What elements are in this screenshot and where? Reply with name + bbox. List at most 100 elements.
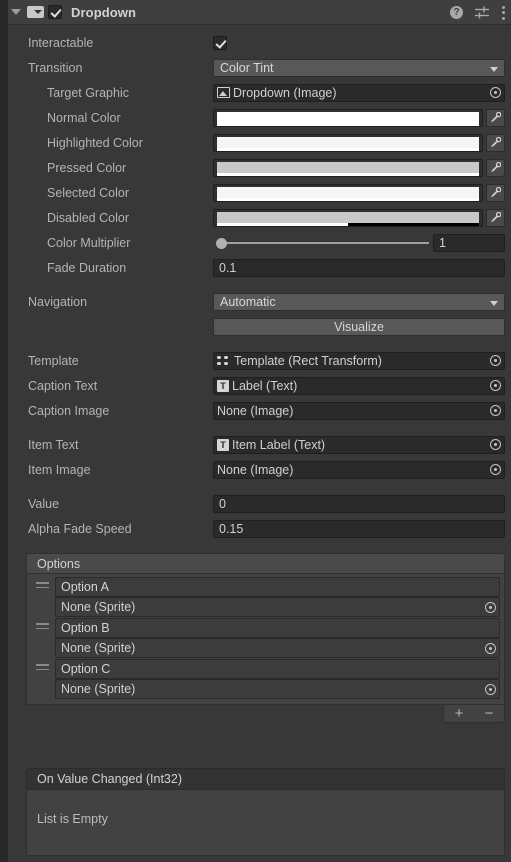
row-interactable: Interactable xyxy=(8,30,511,55)
template-object-field[interactable]: Template (Rect Transform) xyxy=(213,351,505,370)
highlighted-color-swatch[interactable] xyxy=(213,133,483,152)
eyedropper-icon[interactable] xyxy=(486,108,505,127)
component-title: Dropdown xyxy=(71,4,137,20)
row-normal-color: Normal Color xyxy=(8,105,511,130)
selected-color-swatch[interactable] xyxy=(213,183,483,202)
field-pressed-color xyxy=(213,158,505,177)
label-disabled-color: Disabled Color xyxy=(47,210,129,225)
selected-color-field[interactable] xyxy=(213,183,505,202)
eyedropper-icon[interactable] xyxy=(486,183,505,202)
row-disabled-color: Disabled Color xyxy=(8,205,511,230)
item-text-value: Item Label (Text) xyxy=(232,437,326,452)
text-icon: T xyxy=(217,379,229,392)
navigation-dropdown[interactable]: Automatic xyxy=(213,292,505,311)
add-option-button[interactable]: + xyxy=(455,706,464,721)
field-interactable xyxy=(213,35,505,50)
pressed-color-swatch[interactable] xyxy=(213,158,483,177)
disabled-color-swatch[interactable] xyxy=(213,208,483,227)
option-image-object-field[interactable]: None (Sprite) xyxy=(55,597,500,617)
row-pressed-color: Pressed Color xyxy=(8,155,511,180)
row-value: Value 0 xyxy=(8,491,511,516)
field-color-multiplier: 1 xyxy=(213,233,505,252)
object-picker-icon[interactable] xyxy=(487,403,504,419)
inspector-panel: Dropdown ? Interactable Transition Color… xyxy=(8,0,511,862)
field-normal-color xyxy=(213,108,505,127)
field-caption-text: T Label (Text) xyxy=(213,376,505,395)
object-picker-icon[interactable] xyxy=(487,85,504,101)
object-picker-icon[interactable] xyxy=(484,601,497,614)
alpha-bar xyxy=(217,222,479,226)
alpha-bar xyxy=(217,147,479,151)
pressed-color-field[interactable] xyxy=(213,158,505,177)
caption-image-value: None (Image) xyxy=(217,403,294,418)
remove-option-button[interactable]: − xyxy=(485,706,494,721)
options-list-footer: + − xyxy=(443,705,505,723)
field-value: 0 xyxy=(213,494,505,513)
interactable-checkbox[interactable] xyxy=(213,35,227,50)
normal-color-swatch[interactable] xyxy=(213,108,483,127)
eyedropper-icon[interactable] xyxy=(486,208,505,227)
foldout-triangle-icon[interactable] xyxy=(8,0,24,25)
event-body[interactable]: List is Empty xyxy=(26,790,505,856)
option-image-object-field[interactable]: None (Sprite) xyxy=(55,679,500,699)
drag-handle-icon[interactable] xyxy=(36,664,49,673)
eyedropper-icon[interactable] xyxy=(486,133,505,152)
color-multiplier-value[interactable]: 1 xyxy=(433,233,505,252)
field-navigation: Automatic xyxy=(213,292,505,311)
option-image-object-field[interactable]: None (Sprite) xyxy=(55,638,500,658)
rect-transform-icon xyxy=(217,355,231,367)
preset-icon[interactable] xyxy=(475,6,489,19)
option-text-input[interactable]: Option C xyxy=(55,659,500,679)
option-text-input[interactable]: Option A xyxy=(55,577,500,597)
swatch-fill xyxy=(217,136,479,148)
slider-handle[interactable] xyxy=(216,237,227,249)
text-icon: T xyxy=(217,438,229,451)
disabled-color-field[interactable] xyxy=(213,208,505,227)
field-alpha-fade-speed: 0.15 xyxy=(213,519,505,538)
fade-duration-input[interactable]: 0.1 xyxy=(213,258,505,277)
color-multiplier-slider[interactable]: 1 xyxy=(213,233,505,252)
visualize-button[interactable]: Visualize xyxy=(213,317,505,336)
object-picker-icon[interactable] xyxy=(484,642,497,655)
options-list-header[interactable]: Options xyxy=(26,553,505,574)
drag-handle-icon[interactable] xyxy=(36,582,49,591)
list-item: Option B None (Sprite) xyxy=(31,618,500,658)
template-value: Template (Rect Transform) xyxy=(234,353,382,368)
object-picker-icon[interactable] xyxy=(487,462,504,478)
value-input[interactable]: 0 xyxy=(213,494,505,513)
drag-handle-icon[interactable] xyxy=(36,623,49,632)
highlighted-color-field[interactable] xyxy=(213,133,505,152)
three-dots-menu-icon[interactable] xyxy=(501,5,505,20)
eyedropper-icon[interactable] xyxy=(486,158,505,177)
label-transition: Transition xyxy=(28,60,83,75)
target-graphic-object-field[interactable]: Dropdown (Image) xyxy=(213,83,505,102)
object-picker-icon[interactable] xyxy=(487,437,504,453)
component-header[interactable]: Dropdown ? xyxy=(8,0,511,25)
list-item: Option C None (Sprite) xyxy=(31,659,500,699)
alpha-fade-speed-input[interactable]: 0.15 xyxy=(213,519,505,538)
swatch-fill xyxy=(217,211,479,223)
normal-color-field[interactable] xyxy=(213,108,505,127)
object-picker-icon[interactable] xyxy=(487,353,504,369)
caption-image-object-field[interactable]: None (Image) xyxy=(213,401,505,420)
caption-text-object-field[interactable]: T Label (Text) xyxy=(213,376,505,395)
alpha-bar xyxy=(217,172,479,176)
component-enabled-checkbox[interactable] xyxy=(48,5,62,19)
dropdown-component-icon xyxy=(24,0,46,25)
alpha-bar xyxy=(217,197,479,201)
object-picker-icon[interactable] xyxy=(487,378,504,394)
object-picker-icon[interactable] xyxy=(484,683,497,696)
row-highlighted-color: Highlighted Color xyxy=(8,130,511,155)
item-image-object-field[interactable]: None (Image) xyxy=(213,460,505,479)
event-header: On Value Changed (Int32) xyxy=(26,768,505,790)
label-value: Value xyxy=(28,496,60,511)
help-icon[interactable]: ? xyxy=(450,6,463,19)
field-target-graphic: Dropdown (Image) xyxy=(213,83,505,102)
item-text-object-field[interactable]: T Item Label (Text) xyxy=(213,435,505,454)
transition-dropdown[interactable]: Color Tint xyxy=(213,58,505,77)
row-color-multiplier: Color Multiplier 1 xyxy=(8,230,511,255)
label-navigation: Navigation xyxy=(28,294,88,309)
slider-track[interactable] xyxy=(220,241,429,244)
label-interactable: Interactable xyxy=(28,35,94,50)
option-text-input[interactable]: Option B xyxy=(55,618,500,638)
